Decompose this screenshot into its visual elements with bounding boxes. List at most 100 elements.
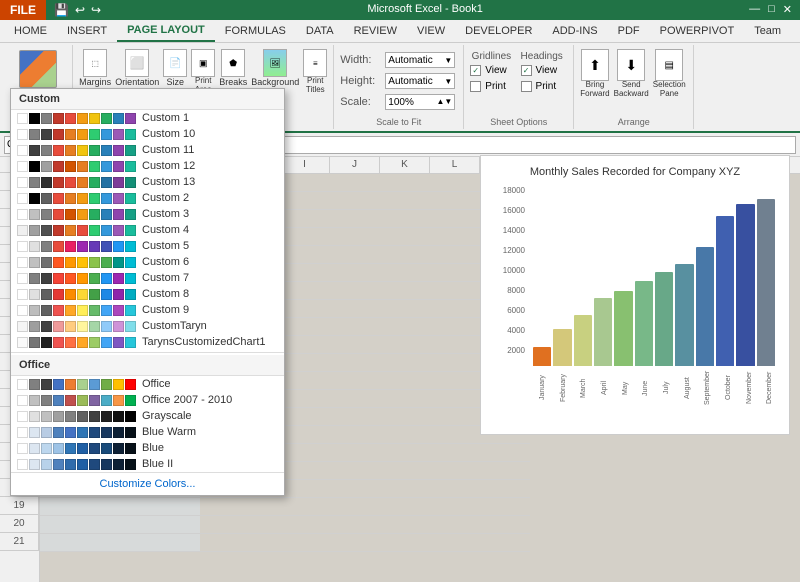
color-swatch <box>17 273 28 284</box>
headings-view-checkbox[interactable] <box>521 65 532 76</box>
color-swatch <box>41 113 52 124</box>
dropdown-item[interactable]: Custom 13 <box>11 174 284 190</box>
color-swatch <box>17 241 28 252</box>
color-swatch <box>101 289 112 300</box>
chart-container: Monthly Sales Recorded for Company XYZ 1… <box>480 155 790 435</box>
col-header-K: K <box>380 157 430 173</box>
dropdown-item[interactable]: Custom 3 <box>11 206 284 222</box>
tab-powerpivot[interactable]: POWERPIVOT <box>650 21 745 41</box>
color-swatch <box>77 289 88 300</box>
size-btn[interactable]: 📄 Size <box>163 49 187 87</box>
x-axis-label: December <box>760 368 779 408</box>
dropdown-item[interactable]: Custom 1 <box>11 110 284 126</box>
background-btn[interactable]: 🖼 Background <box>251 49 299 87</box>
bring-forward-btn[interactable]: ⬆ BringForward <box>580 49 609 99</box>
dropdown-item[interactable]: Custom 9 <box>11 302 284 318</box>
dropdown-item[interactable]: Office 2007 - 2010 <box>11 392 284 408</box>
dropdown-item[interactable]: Custom 7 <box>11 270 284 286</box>
color-swatch <box>89 459 100 470</box>
color-swatch <box>41 241 52 252</box>
tab-pdf[interactable]: PDF <box>608 21 650 41</box>
color-swatch <box>29 161 40 172</box>
undo-icon[interactable]: ↩ <box>75 3 85 17</box>
print-titles-btn[interactable]: ≡ PrintTitles <box>303 49 327 95</box>
dropdown-item[interactable]: Custom 10 <box>11 126 284 142</box>
dropdown-item[interactable]: TarynsCustomizedChart1 <box>11 334 284 350</box>
color-swatch <box>29 273 40 284</box>
dropdown-item[interactable]: Blue II <box>11 456 284 472</box>
redo-icon[interactable]: ↪ <box>91 3 101 17</box>
height-input[interactable]: Automatic ▼ <box>385 73 455 89</box>
grid-row <box>40 534 530 552</box>
dropdown-item[interactable]: Custom 5 <box>11 238 284 254</box>
color-swatch <box>41 411 52 422</box>
dropdown-item[interactable]: Custom 11 <box>11 142 284 158</box>
save-icon[interactable]: 💾 <box>54 3 69 17</box>
color-swatch <box>125 459 136 470</box>
swatch-row <box>17 209 136 220</box>
dropdown-item[interactable]: Custom 2 <box>11 190 284 206</box>
tab-page-layout[interactable]: PAGE LAYOUT <box>117 20 215 42</box>
item-label: Custom 10 <box>142 128 195 140</box>
color-swatch <box>77 337 88 348</box>
dropdown-item[interactable]: Custom 4 <box>11 222 284 238</box>
dropdown-item[interactable]: Custom 12 <box>11 158 284 174</box>
dropdown-item[interactable]: CustomTaryn <box>11 318 284 334</box>
dropdown-item[interactable]: Custom 8 <box>11 286 284 302</box>
maximize-btn[interactable]: □ <box>768 3 775 17</box>
close-btn[interactable]: ✕ <box>783 3 792 17</box>
scale-input[interactable]: 100% ▲▼ <box>385 94 455 110</box>
tab-add-ins[interactable]: ADD-INS <box>542 21 607 41</box>
gridlines-view-checkbox[interactable] <box>470 65 481 76</box>
color-swatch <box>77 161 88 172</box>
selection-pane-btn[interactable]: ▤ SelectionPane <box>653 49 686 99</box>
color-swatch <box>113 177 124 188</box>
scale-to-fit-label: Scale to Fit <box>340 115 457 127</box>
margins-btn[interactable]: ⬚ Margins <box>79 49 111 87</box>
swatch-row <box>17 225 136 236</box>
tab-review[interactable]: REVIEW <box>344 21 407 41</box>
tab-formulas[interactable]: FORMULAS <box>215 21 296 41</box>
color-swatch <box>113 193 124 204</box>
color-swatch <box>77 177 88 188</box>
tab-data[interactable]: DATA <box>296 21 344 41</box>
width-input[interactable]: Automatic ▼ <box>385 52 455 68</box>
y-axis-label: 12000 <box>491 246 525 255</box>
tab-view[interactable]: VIEW <box>407 21 455 41</box>
color-swatch <box>53 241 64 252</box>
tab-insert[interactable]: INSERT <box>57 21 117 41</box>
gridlines-print-checkbox[interactable] <box>470 81 481 92</box>
color-swatch <box>53 321 64 332</box>
headings-print-checkbox[interactable] <box>521 81 532 92</box>
item-label: Blue <box>142 442 164 454</box>
tab-team[interactable]: Team <box>744 21 791 41</box>
color-swatch <box>101 161 112 172</box>
dropdown-item[interactable]: Custom 6 <box>11 254 284 270</box>
swatch-row <box>17 395 136 406</box>
color-swatch <box>53 209 64 220</box>
dropdown-item[interactable]: Office <box>11 376 284 392</box>
height-row: Height: Automatic ▼ <box>340 73 455 89</box>
color-swatch <box>17 337 28 348</box>
tab-developer[interactable]: DEVELOPER <box>455 21 542 41</box>
color-swatch <box>41 193 52 204</box>
tab-home[interactable]: HOME <box>4 21 57 41</box>
file-tab[interactable]: FILE <box>0 0 46 20</box>
color-swatch <box>77 241 88 252</box>
dropdown-item[interactable]: Blue Warm <box>11 424 284 440</box>
color-swatch <box>77 193 88 204</box>
print-titles-label: PrintTitles <box>306 77 325 95</box>
customize-colors-btn[interactable]: Customize Colors... <box>11 472 284 495</box>
color-swatch <box>41 225 52 236</box>
send-backward-icon: ⬇ <box>617 49 645 81</box>
send-backward-btn[interactable]: ⬇ SendBackward <box>614 49 649 99</box>
breaks-btn[interactable]: ⬟ Breaks <box>219 49 247 87</box>
color-swatch <box>17 193 28 204</box>
item-label: Blue Warm <box>142 426 196 438</box>
minimize-btn[interactable]: — <box>749 3 760 17</box>
ribbon-tab-bar: HOME INSERT PAGE LAYOUT FORMULAS DATA RE… <box>0 20 800 43</box>
orientation-btn[interactable]: ⬜ Orientation <box>115 49 159 87</box>
dropdown-item[interactable]: Blue <box>11 440 284 456</box>
dropdown-item[interactable]: Grayscale <box>11 408 284 424</box>
color-swatch <box>77 273 88 284</box>
